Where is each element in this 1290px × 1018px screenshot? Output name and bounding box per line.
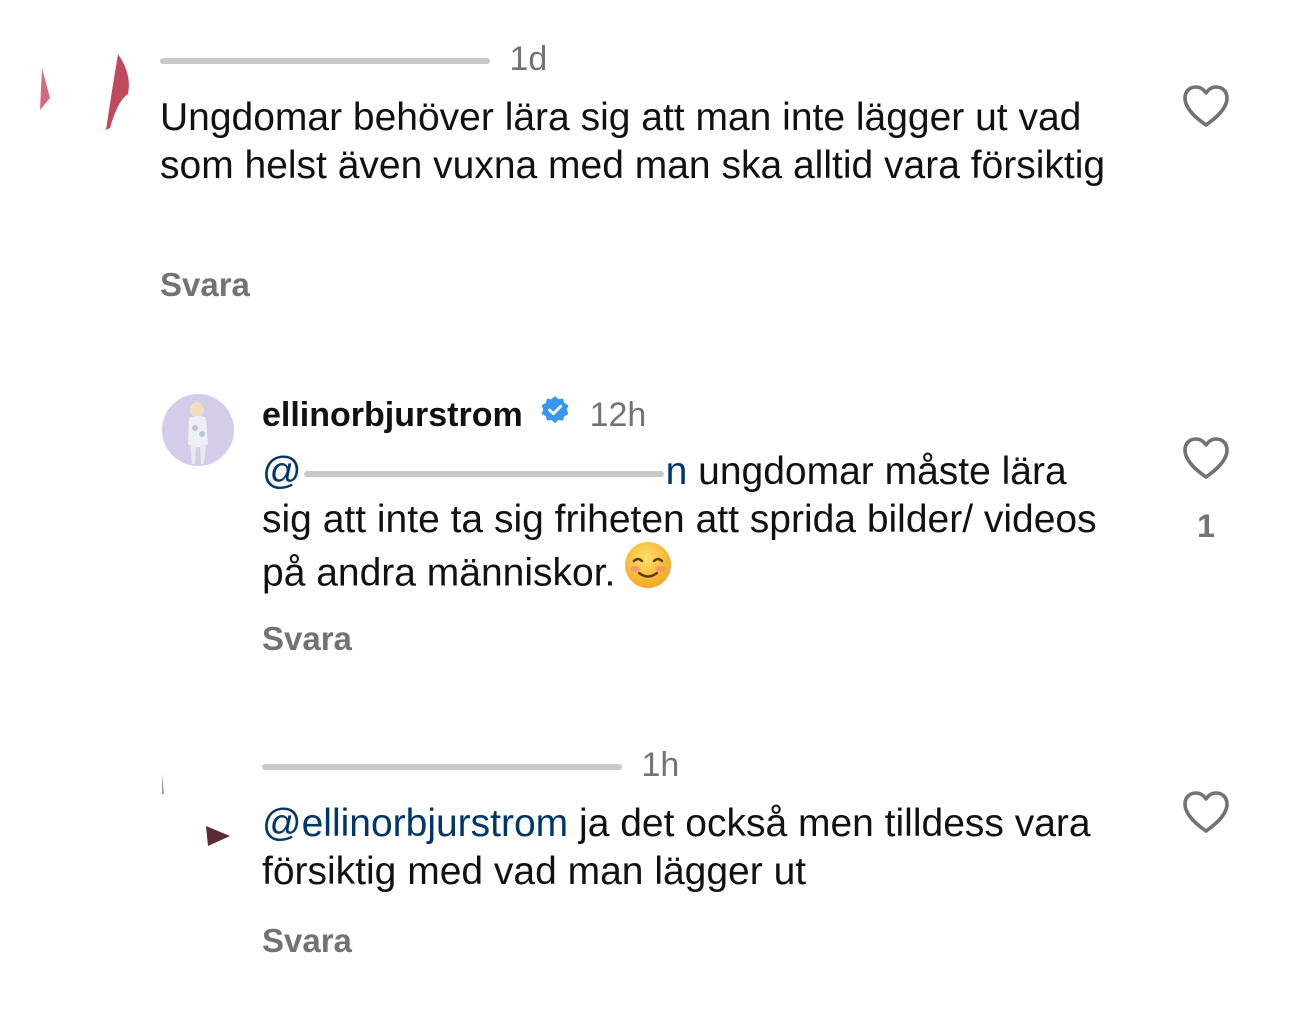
redacted-username <box>160 58 490 65</box>
heart-outline-icon[interactable] <box>1182 84 1230 128</box>
comment-meta: ellinorbjurstrom 12h <box>262 395 647 437</box>
comment-2: ellinorbjurstrom 12h @ n ungdomar måste l… <box>0 380 1290 700</box>
heart-outline-icon[interactable] <box>1182 790 1230 834</box>
timestamp: 1d <box>509 40 548 78</box>
comment-3: 1h @ellinorbjurstrom ja det också men ti… <box>0 740 1290 1000</box>
comment-meta: 1h <box>262 746 679 785</box>
like-count[interactable]: 1 <box>1182 508 1230 545</box>
redacted-username <box>262 764 622 771</box>
heart-outline-icon[interactable] <box>1182 436 1230 480</box>
comment-text: @ellinorbjurstrom ja det också men tilld… <box>262 802 1091 893</box>
comment-text: Ungdomar behöver lära sig att man inte l… <box>160 96 1106 187</box>
timestamp: 1h <box>641 746 680 784</box>
avatar[interactable] <box>162 394 234 466</box>
avatar[interactable] <box>36 50 132 132</box>
mention-link[interactable]: @ellinorbjurstrom <box>262 802 568 845</box>
comment-meta: 1d <box>160 40 547 79</box>
redacted-mention <box>303 470 664 477</box>
comment-text: @ n ungdomar måste lära sig att inte ta s… <box>262 448 1122 606</box>
reply-button[interactable]: Svara <box>262 620 352 658</box>
comment-1: 1d Ungdomar behöver lära sig att man int… <box>0 0 1290 330</box>
reply-button[interactable]: Svara <box>262 922 352 960</box>
username[interactable]: ellinorbjurstrom <box>262 396 523 434</box>
mention-link[interactable]: @ n <box>262 450 687 493</box>
reply-button[interactable]: Svara <box>160 266 250 304</box>
timestamp: 12h <box>589 396 647 434</box>
smiling-face-emoji-icon <box>623 540 673 602</box>
avatar[interactable] <box>158 770 238 850</box>
verified-badge-icon <box>540 395 570 434</box>
